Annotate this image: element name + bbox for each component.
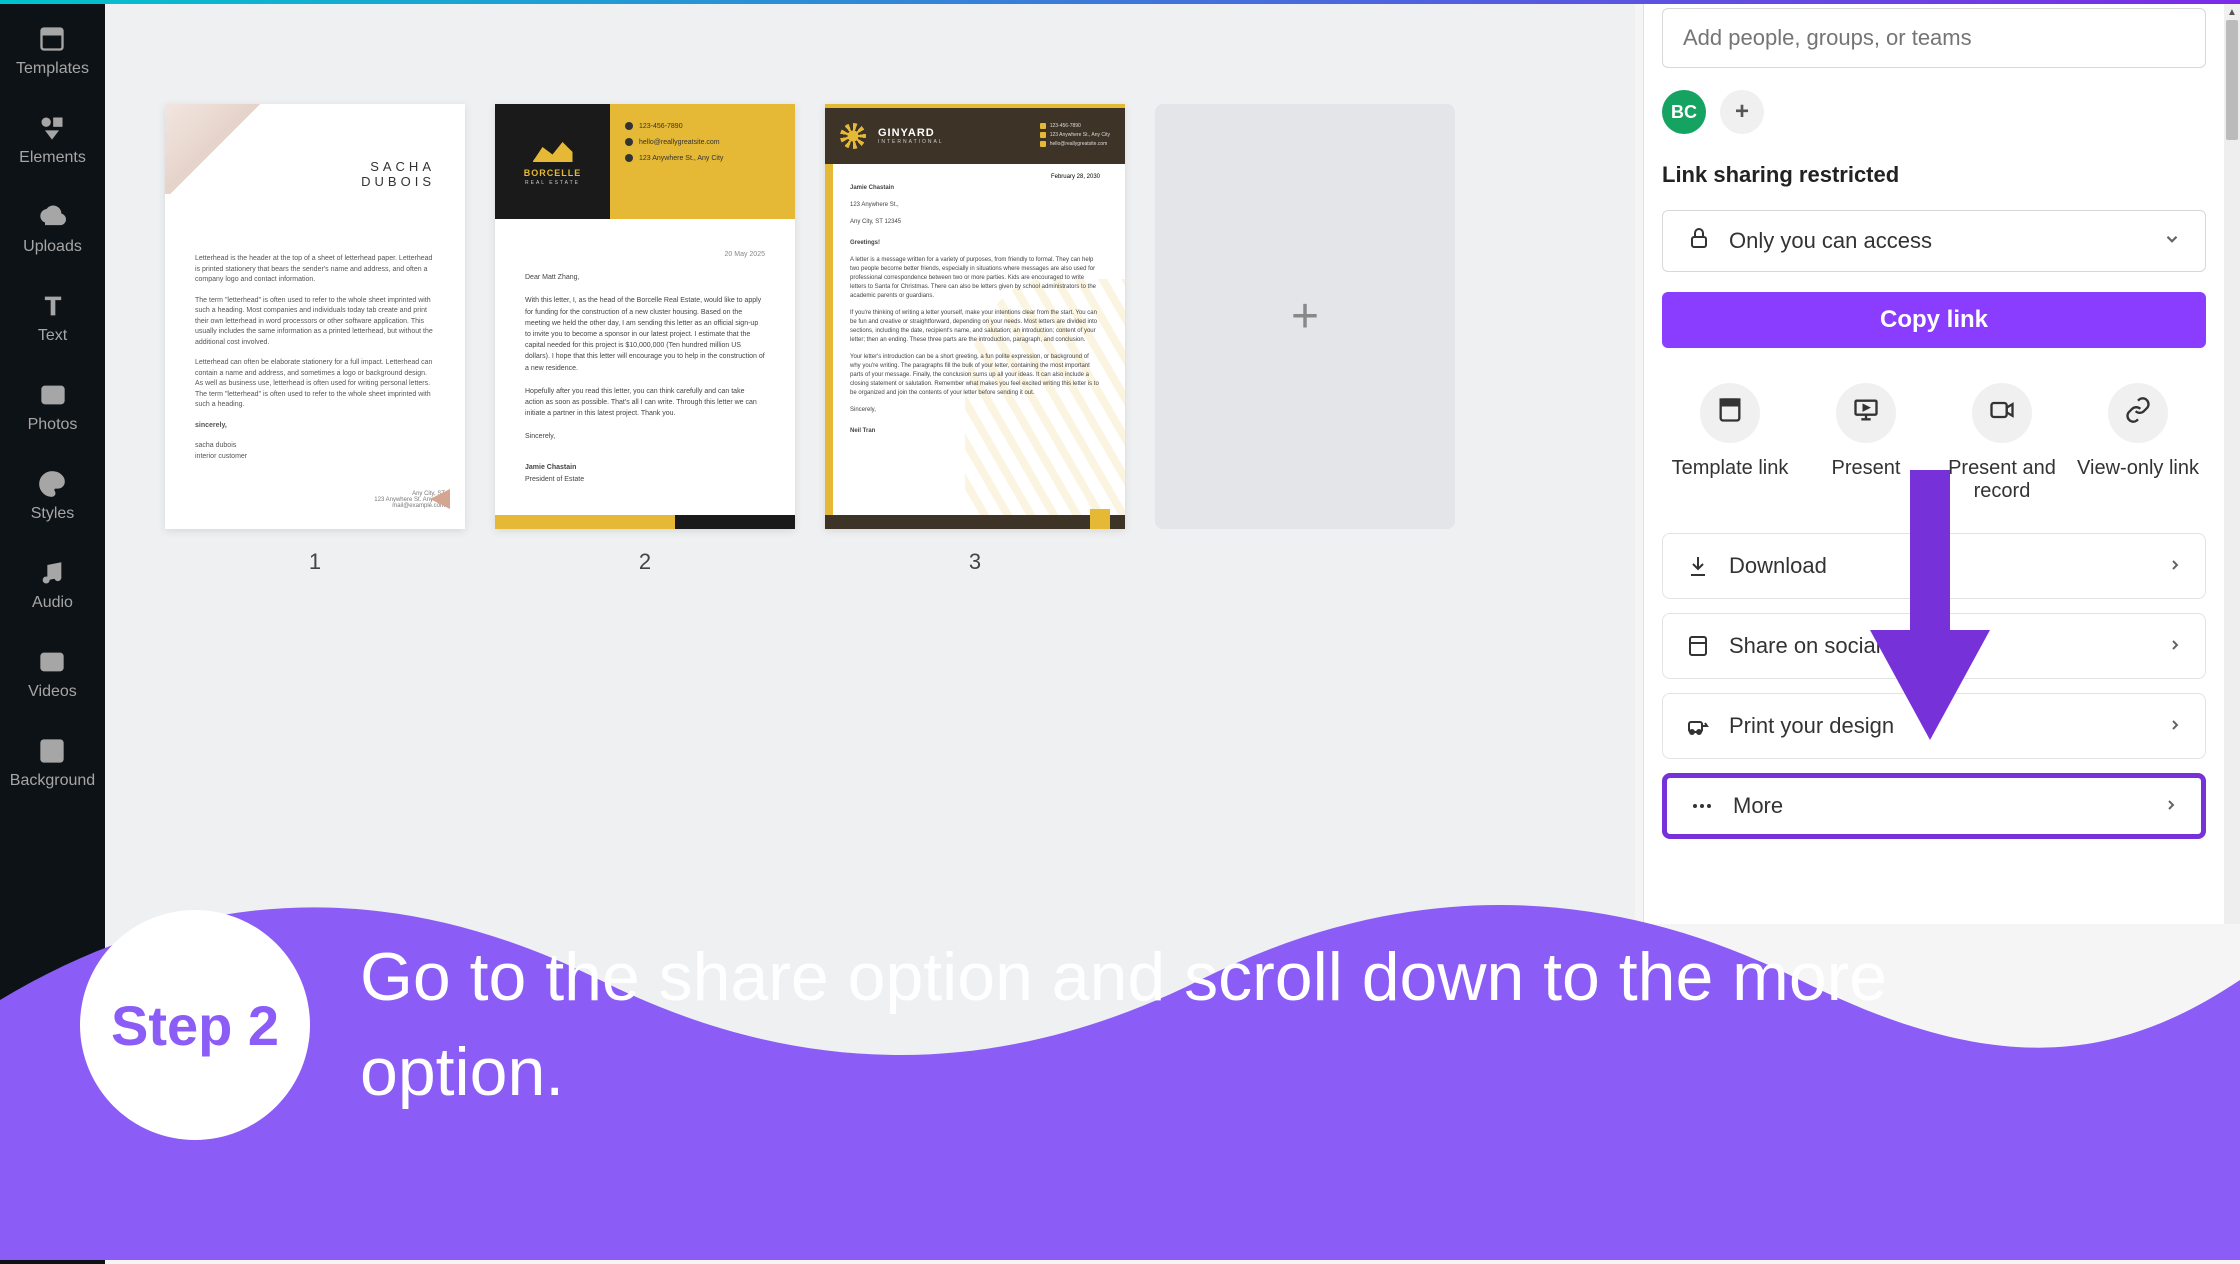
page-thumbnail-2[interactable]: BORCELLEREAL ESTATE 123-456-7890 hello@r… xyxy=(495,104,795,529)
share-people-input[interactable] xyxy=(1662,8,2206,68)
download-icon xyxy=(1685,554,1711,578)
link-icon xyxy=(2124,396,2152,430)
grid-label: Template link xyxy=(1672,457,1789,480)
sidebar-elements[interactable]: Elements xyxy=(19,113,86,167)
row-label: Download xyxy=(1729,553,1827,579)
share-social-icon xyxy=(1685,634,1711,658)
template-link-icon xyxy=(1716,396,1744,430)
page-thumbnail-1[interactable]: SACHADUBOIS Letterhead is the header at … xyxy=(165,104,465,529)
access-text: Only you can access xyxy=(1729,228,1932,254)
chevron-right-icon xyxy=(2167,633,2183,659)
sidebar-label: Uploads xyxy=(23,238,82,256)
sidebar-label: Text xyxy=(38,327,67,345)
elements-icon xyxy=(37,113,67,143)
sidebar-label: Templates xyxy=(16,60,89,78)
lock-icon xyxy=(1687,226,1711,256)
sidebar-label: Photos xyxy=(28,416,78,434)
sidebar-label: Elements xyxy=(19,149,86,167)
sidebar-label: Videos xyxy=(28,683,77,701)
photos-icon xyxy=(38,380,68,410)
styles-icon xyxy=(37,469,67,499)
sidebar-photos[interactable]: Photos xyxy=(28,380,78,434)
audio-icon xyxy=(37,558,67,588)
scrollbar-up-icon[interactable]: ▲ xyxy=(2224,4,2240,20)
sidebar-label: Audio xyxy=(32,594,73,612)
template-link-button[interactable]: Template link xyxy=(1662,383,1798,503)
sidebar-styles[interactable]: Styles xyxy=(31,469,75,523)
avatar[interactable]: BC xyxy=(1662,90,1706,134)
sidebar-label: Background xyxy=(10,772,95,790)
page-number: 1 xyxy=(309,549,321,575)
uploads-icon xyxy=(37,202,67,232)
step-instruction: Go to the share option and scroll down t… xyxy=(360,930,2060,1120)
page-number: 2 xyxy=(639,549,651,575)
page-thumbnail-3[interactable]: GINYARDINTERNATIONAL 123-456-7890 123 An… xyxy=(825,104,1125,529)
scrollbar[interactable]: ▲ xyxy=(2224,4,2240,924)
more-row[interactable]: More xyxy=(1662,773,2206,839)
print-icon xyxy=(1685,714,1711,738)
sidebar-uploads[interactable]: Uploads xyxy=(23,202,82,256)
present-icon xyxy=(1852,396,1880,430)
background-icon xyxy=(37,736,67,766)
step-banner: Step 2 Go to the share option and scroll… xyxy=(0,860,2240,1260)
page-number: 3 xyxy=(969,549,981,575)
chevron-down-icon xyxy=(2163,228,2181,254)
scrollbar-thumb[interactable] xyxy=(2226,20,2238,140)
tutorial-arrow-icon xyxy=(1870,470,1990,755)
chevron-right-icon xyxy=(2167,713,2183,739)
plus-icon: + xyxy=(1291,289,1319,344)
sidebar-label: Styles xyxy=(31,505,75,523)
add-page-button[interactable]: + xyxy=(1155,104,1455,529)
record-icon xyxy=(1988,396,2016,430)
chevron-right-icon xyxy=(2163,793,2179,819)
link-sharing-label: Link sharing restricted xyxy=(1662,162,2206,188)
videos-icon xyxy=(37,647,67,677)
sidebar-background[interactable]: Background xyxy=(10,736,95,790)
grid-label: View-only link xyxy=(2077,457,2199,480)
plus-icon: + xyxy=(1735,98,1749,126)
templates-icon xyxy=(37,24,67,54)
text-icon xyxy=(38,291,68,321)
chevron-right-icon xyxy=(2167,553,2183,579)
view-only-link-button[interactable]: View-only link xyxy=(2070,383,2206,503)
more-icon xyxy=(1689,794,1715,818)
sidebar-text[interactable]: Text xyxy=(38,291,68,345)
row-label: Share on social xyxy=(1729,633,1881,659)
access-dropdown[interactable]: Only you can access xyxy=(1662,210,2206,272)
sidebar-templates[interactable]: Templates xyxy=(16,24,89,78)
add-person-button[interactable]: + xyxy=(1720,90,1764,134)
copy-link-button[interactable]: Copy link xyxy=(1662,292,2206,348)
share-panel: BC + Link sharing restricted Only you ca… xyxy=(1643,4,2224,924)
sidebar-videos[interactable]: Videos xyxy=(28,647,77,701)
row-label: More xyxy=(1733,793,1783,819)
step-badge: Step 2 xyxy=(80,910,310,1140)
sidebar-audio[interactable]: Audio xyxy=(32,558,73,612)
